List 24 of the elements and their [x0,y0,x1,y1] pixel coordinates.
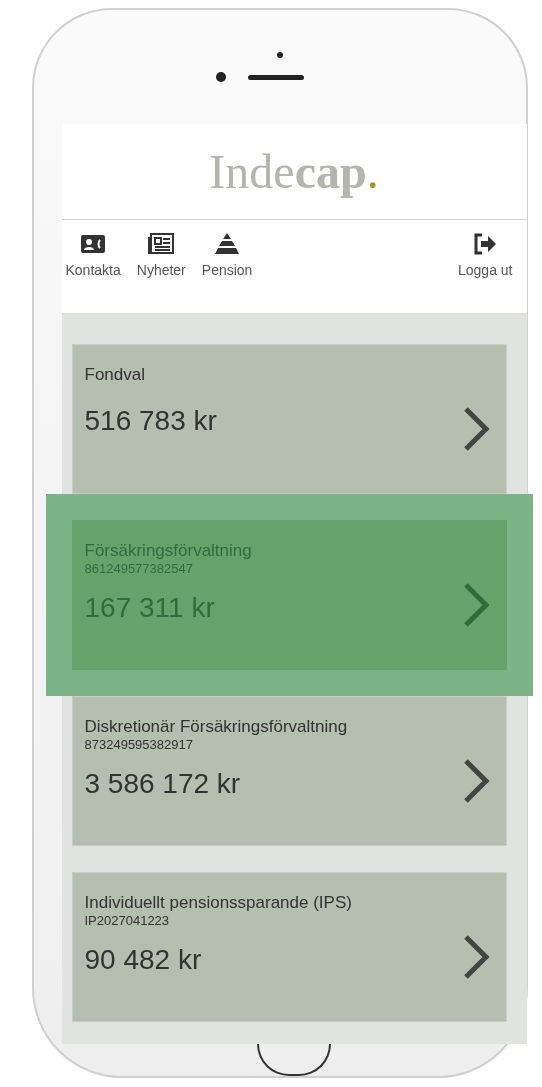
account-title: Fondval [84,365,146,386]
account-amount: 3 586 172 kr [84,768,242,801]
account-card[interactable]: Diskretionär Försäkringsförvaltning 873249595382917 3 586 172 kr [71,696,507,847]
account-amount: 90 482 kr [84,944,203,977]
nav-button[interactable]: Nyheter [132,230,190,281]
sensor-dot [277,52,283,59]
logo: Indecap. [209,144,379,200]
account-title: Diskretionär Försäkringsförvaltning [84,717,349,738]
account-card[interactable]: Fondval 516 783 kr [71,344,507,495]
pyramid-icon [214,232,241,257]
logout-icon [472,232,499,257]
nav-button[interactable]: Pension [197,230,257,281]
newspaper-icon [148,232,175,257]
speaker-grille [248,74,304,80]
account-amount: 516 783 kr [84,405,218,438]
account-number: 873249595382917 [84,737,194,753]
camera-icon [216,72,226,83]
account-card[interactable]: Individuellt pensionssparande (IPS) IP2027041223 90 482 kr [71,872,507,1023]
account-amount: 167 311 kr [84,592,216,625]
account-title: Försäkringsförvaltning [84,541,253,562]
account-title: Individuellt pensionssparande (IPS) [84,893,353,914]
nav-button[interactable]: Kontakta [61,230,125,281]
account-number: IP2027041223 [84,913,171,929]
nav-button[interactable]: Logga ut [454,230,517,281]
